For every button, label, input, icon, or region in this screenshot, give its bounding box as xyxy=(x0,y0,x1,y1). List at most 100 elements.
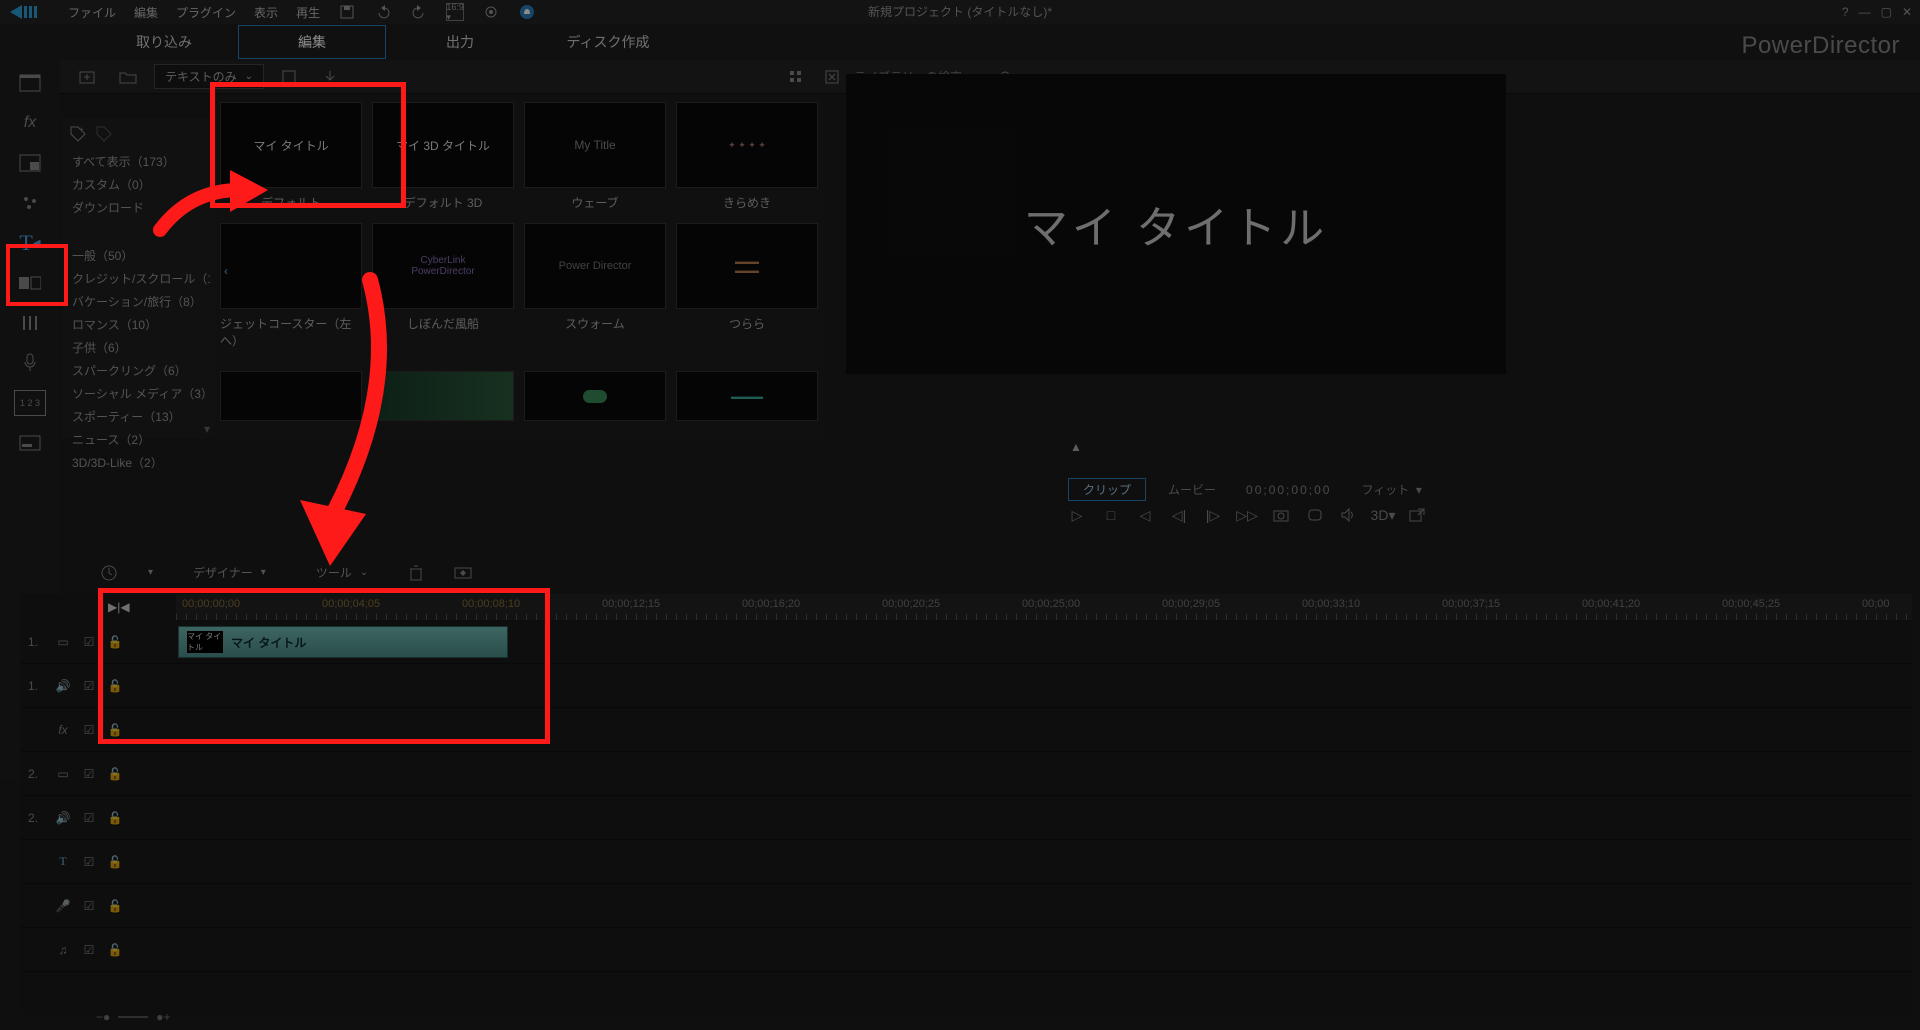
timeline-options-icon[interactable] xyxy=(100,564,118,582)
category-item[interactable]: ソーシャル メディア（3） xyxy=(66,382,210,405)
track-lane-video2[interactable] xyxy=(176,752,1912,796)
expand-icon[interactable] xyxy=(818,65,846,89)
title-template-wave[interactable]: My Title ウェーブ xyxy=(524,102,666,211)
track-lane-fx[interactable] xyxy=(176,708,1912,752)
rail-fx-icon[interactable]: fx xyxy=(14,110,46,136)
category-item[interactable]: 3D/3D-Like（2） xyxy=(66,451,210,474)
lock-icon[interactable]: 🔓 xyxy=(106,811,124,825)
timeline-options-chevron-icon[interactable]: ▾ xyxy=(148,567,153,578)
track-header[interactable]: 2.🔊☑🔓 xyxy=(20,796,176,840)
settings-gear-icon[interactable] xyxy=(482,3,500,21)
track-header[interactable]: 🎤☑🔓 xyxy=(20,884,176,928)
category-item[interactable]: 一般（50） xyxy=(66,244,210,267)
check-icon[interactable]: ☑ xyxy=(80,811,98,825)
title-template-balloon[interactable]: CyberLink PowerDirector しぼんだ風船 xyxy=(372,223,514,349)
track-lane-title[interactable] xyxy=(176,840,1912,884)
playhead-start-icon[interactable]: ▶|◀ xyxy=(108,600,130,614)
three-d-label[interactable]: 3D ▾ xyxy=(1374,506,1392,524)
track-header[interactable]: fx☑🔓 xyxy=(20,708,176,752)
track-lane-audio2[interactable] xyxy=(176,796,1912,840)
tag-add-icon[interactable]: + xyxy=(70,126,86,142)
menu-view[interactable]: 表示 xyxy=(254,4,278,21)
step-fwd-icon[interactable]: |▷ xyxy=(1204,506,1222,524)
grid-view-icon[interactable] xyxy=(782,65,810,89)
title-template-default-3d[interactable]: マイ 3D タイトル デフォルト 3D xyxy=(372,102,514,211)
track-lanes[interactable]: マイ タイトル マイ タイトル xyxy=(176,620,1912,972)
zoom-in-icon[interactable]: ●+ xyxy=(156,1010,170,1024)
fast-fwd-icon[interactable]: ▷▷ xyxy=(1238,506,1256,524)
check-icon[interactable]: ☑ xyxy=(80,855,98,869)
tab-edit[interactable]: 編集 xyxy=(238,25,386,59)
category-item[interactable]: カスタム（0） xyxy=(66,173,210,196)
check-icon[interactable]: ☑ xyxy=(80,943,98,957)
category-item[interactable]: スポーティー（13） xyxy=(66,405,210,428)
play-icon[interactable]: ▷ xyxy=(1068,506,1086,524)
title-template-jetcoaster[interactable]: ジェットコースター（左へ） xyxy=(220,223,362,349)
help-icon[interactable]: ? xyxy=(1842,5,1849,19)
menu-edit[interactable]: 編集 xyxy=(134,4,158,21)
maximize-icon[interactable]: ▢ xyxy=(1881,5,1892,19)
mode-movie-button[interactable]: ムービー xyxy=(1160,479,1224,500)
timeline-clip-title[interactable]: マイ タイトル マイ タイトル xyxy=(178,626,508,658)
rail-pip-icon[interactable] xyxy=(14,150,46,176)
step-back-icon[interactable]: ◁| xyxy=(1170,506,1188,524)
category-item[interactable]: ダウンロード xyxy=(66,196,210,219)
tab-output[interactable]: 出力 xyxy=(386,26,534,58)
tab-import[interactable]: 取り込み xyxy=(90,26,238,58)
track-header[interactable]: 1.🔊☑🔓 xyxy=(20,664,176,708)
track-lane-music[interactable] xyxy=(176,928,1912,972)
lock-icon[interactable]: 🔓 xyxy=(106,855,124,869)
notification-bell-icon[interactable] xyxy=(518,3,536,21)
close-icon[interactable]: ✕ xyxy=(1902,5,1912,19)
tool-button[interactable]: ツール ⌄ xyxy=(306,560,378,585)
stop-icon[interactable]: □ xyxy=(1102,506,1120,524)
rail-media-icon[interactable] xyxy=(14,70,46,96)
category-item[interactable]: すべて表示（173） xyxy=(66,150,210,173)
rail-audio-mix-icon[interactable] xyxy=(14,310,46,336)
rail-chapter-icon[interactable]: 1 2 3 xyxy=(14,390,46,416)
prev-frame-icon[interactable]: ◁ xyxy=(1136,506,1154,524)
aspect-ratio-icon[interactable]: 16:9 ▾ xyxy=(446,3,464,21)
scroll-left-icon[interactable]: ‹ xyxy=(224,264,228,278)
title-template-swarm[interactable]: Power Director スウォーム xyxy=(524,223,666,349)
chevron-down-icon[interactable]: ▾ xyxy=(204,422,210,436)
lock-icon[interactable]: 🔓 xyxy=(106,679,124,693)
lock-icon[interactable]: 🔓 xyxy=(106,899,124,913)
category-item[interactable]: ロマンス（10） xyxy=(66,313,210,336)
tab-disc[interactable]: ディスク作成 xyxy=(534,26,682,58)
save-icon[interactable] xyxy=(338,3,356,21)
check-icon[interactable]: ☑ xyxy=(80,635,98,649)
title-template-icicle[interactable]: ▬▬▬▬▬▬ つらら xyxy=(676,223,818,349)
lock-icon[interactable]: 🔓 xyxy=(106,767,124,781)
check-icon[interactable]: ☑ xyxy=(80,723,98,737)
folder-icon[interactable] xyxy=(114,65,142,89)
rail-voiceover-icon[interactable] xyxy=(14,350,46,376)
rail-particle-icon[interactable] xyxy=(14,190,46,216)
fit-dropdown[interactable]: フィット ▾ xyxy=(1353,479,1429,500)
loop-icon[interactable] xyxy=(1306,506,1324,524)
download-icon[interactable] xyxy=(316,65,344,89)
tag-edit-icon[interactable] xyxy=(96,126,112,142)
rail-subtitle-icon[interactable] xyxy=(14,430,46,456)
category-item[interactable]: 子供（6） xyxy=(66,336,210,359)
timeline-zoom-bar[interactable]: −● ●+ xyxy=(96,1010,171,1024)
title-template-default[interactable]: マイ タイトル デフォルト xyxy=(220,102,362,211)
category-item[interactable]: ニュース（2） xyxy=(66,428,210,451)
check-icon[interactable]: ☑ xyxy=(80,767,98,781)
new-title-icon[interactable] xyxy=(276,65,304,89)
track-lane-audio1[interactable] xyxy=(176,664,1912,708)
minimize-icon[interactable]: — xyxy=(1859,5,1871,19)
track-header[interactable]: ♫☑🔓 xyxy=(20,928,176,972)
check-icon[interactable]: ☑ xyxy=(80,679,98,693)
track-header[interactable]: 1.▭☑🔓 xyxy=(20,620,176,664)
volume-icon[interactable] xyxy=(1340,506,1358,524)
lock-icon[interactable]: 🔓 xyxy=(106,723,124,737)
rail-title-icon[interactable]: T ◀ xyxy=(14,230,46,256)
title-template-sparkle[interactable]: ✦ ✦ ✦ ✦ きらめき xyxy=(676,102,818,211)
menu-file[interactable]: ファイル xyxy=(68,4,116,21)
check-icon[interactable]: ☑ xyxy=(80,899,98,913)
track-lane-video1[interactable]: マイ タイトル マイ タイトル xyxy=(176,620,1912,664)
category-item[interactable]: スパークリング（6） xyxy=(66,359,210,382)
lock-icon[interactable]: 🔓 xyxy=(106,635,124,649)
menu-play[interactable]: 再生 xyxy=(296,4,320,21)
